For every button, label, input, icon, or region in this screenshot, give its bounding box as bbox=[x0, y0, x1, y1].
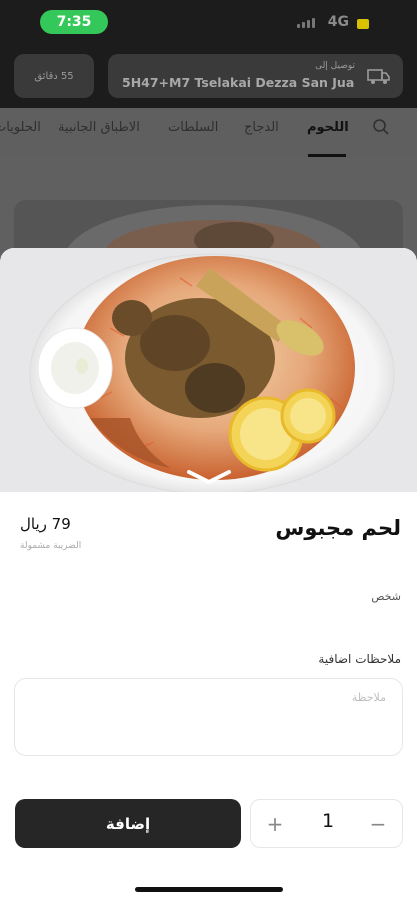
delivery-time-pill[interactable]: 55 دقائق bbox=[14, 54, 94, 98]
chevron-down-icon[interactable] bbox=[184, 466, 234, 488]
serving-label: شخص bbox=[371, 590, 401, 603]
add-to-cart-button[interactable]: إضافة bbox=[15, 799, 241, 848]
active-tab-indicator bbox=[308, 154, 346, 157]
product-price: 79 ريال bbox=[20, 515, 71, 533]
quantity-stepper: + 1 − bbox=[250, 799, 403, 848]
app-header: 7:35 4G 55 دقائق توصيل إلى 5H47+M7 Tsela… bbox=[0, 0, 417, 108]
minus-icon[interactable]: − bbox=[362, 808, 394, 840]
status-time: 7:35 bbox=[40, 10, 108, 34]
network-type: 4G bbox=[327, 14, 349, 30]
home-indicator bbox=[135, 887, 283, 892]
tax-note: الضريبة مشمولة bbox=[20, 541, 82, 551]
tab-chicken[interactable]: الدجاج bbox=[244, 120, 279, 135]
tab-meat[interactable]: اللحوم bbox=[307, 120, 349, 135]
delivery-address: 5H47+M7 Tselakai Dezza San Juan... bbox=[122, 75, 355, 90]
tab-salads[interactable]: السلطات bbox=[168, 120, 218, 135]
delivery-address-pill[interactable]: توصيل إلى 5H47+M7 Tselakai Dezza San Jua… bbox=[108, 54, 403, 98]
signal-icon bbox=[297, 18, 315, 28]
quantity-value: 1 bbox=[321, 810, 335, 832]
search-icon[interactable] bbox=[372, 118, 390, 136]
tab-side-dishes[interactable]: الاطباق الجانبية bbox=[58, 120, 140, 135]
notes-label: ملاحظات اضافية bbox=[318, 652, 401, 666]
tab-desserts[interactable]: الحلويات bbox=[0, 120, 41, 135]
deliver-to-label: توصيل إلى bbox=[315, 61, 355, 71]
truck-icon bbox=[367, 69, 390, 84]
battery-icon bbox=[357, 19, 369, 29]
product-title: لحم مجبوس bbox=[275, 516, 401, 540]
notes-input[interactable] bbox=[14, 678, 403, 756]
product-photo bbox=[0, 248, 417, 495]
delivery-time: 55 دقائق bbox=[34, 70, 74, 82]
category-tabs: اللحوم الدجاج السلطات الاطباق الجانبية ا… bbox=[0, 108, 417, 158]
plus-icon[interactable]: + bbox=[259, 808, 291, 840]
